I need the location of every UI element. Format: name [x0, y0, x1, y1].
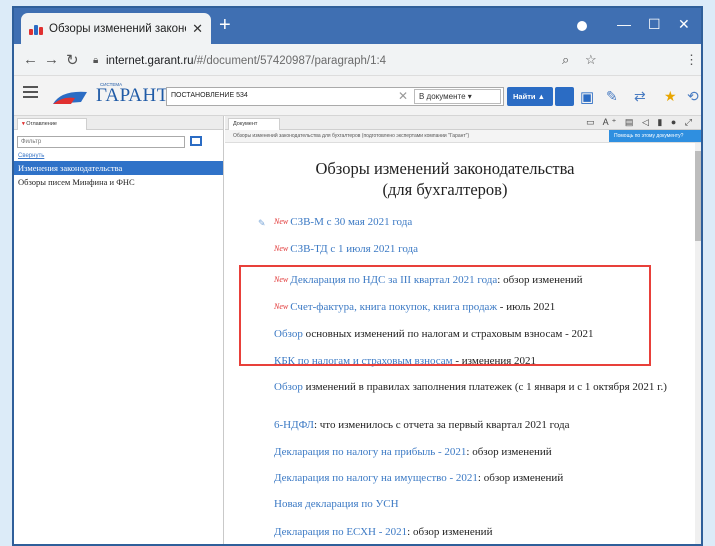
entry-link[interactable]: СЗВ-ТД с 1 июля 2021 года — [290, 243, 418, 255]
document-entry: Новая декларация по УСН — [274, 496, 674, 512]
new-tab-icon[interactable]: + — [219, 15, 231, 35]
document-entry: ✎ New СЗВ-М с 30 мая 2021 года — [258, 214, 674, 230]
menu-icon[interactable] — [23, 86, 38, 101]
font-size-icon[interactable]: A⁺ — [603, 117, 620, 127]
share-icon[interactable]: ◁ — [642, 117, 652, 127]
profile-icon[interactable] — [577, 21, 587, 31]
zoom-icon[interactable]: ⌕ — [562, 52, 569, 68]
new-badge: New — [274, 217, 289, 226]
document-tab-bar: Документ ▭ A⁺ ▤ ◁ ▮ ● ⤢ — [225, 116, 701, 130]
notifications-star-icon[interactable]: ★ — [664, 88, 677, 105]
filter-button[interactable] — [190, 136, 202, 146]
garant-toolbar: СИСТЕМА ГАРАНТ ПОСТАНОВЛЕНИЕ 534 ✕ В док… — [14, 76, 701, 116]
find-button[interactable]: Найти ▲ — [507, 87, 553, 106]
translate-icon[interactable]: ⇄ — [634, 88, 646, 105]
document-tools: ▭ A⁺ ▤ ◁ ▮ ● ⤢ — [586, 117, 695, 128]
minimize-icon[interactable]: — — [617, 16, 631, 32]
page-title-line2: (для бухгалтеров) — [382, 180, 508, 199]
browser-tab[interactable]: Обзоры изменений законодател ✕ — [21, 13, 211, 44]
contents-tab-bar: ▾ Оглавление — [14, 116, 223, 130]
page-title-line1: Обзоры изменений законодательства — [315, 159, 575, 178]
history-icon[interactable]: ⟲ — [687, 88, 699, 105]
scrollbar[interactable] — [695, 143, 701, 544]
search-options-button[interactable] — [555, 87, 574, 106]
entry-text: изменений в правилах заполнения платежек… — [302, 381, 667, 393]
document-entry: New СЗВ-ТД с 1 июля 2021 года — [274, 241, 674, 257]
clear-search-icon[interactable]: ✕ — [398, 89, 408, 103]
document-entry: Декларация по ЕСХН - 2021: обзор изменен… — [274, 524, 674, 540]
find-button-label: Найти — [513, 92, 536, 101]
info-icon[interactable]: ● — [671, 117, 679, 127]
tab-document[interactable]: Документ — [228, 118, 280, 130]
print-icon[interactable]: ▭ — [586, 117, 598, 127]
breadcrumb-text: Обзоры изменений законодательства для бу… — [233, 133, 470, 139]
close-window-icon[interactable]: ✕ — [678, 16, 690, 33]
entry-link[interactable]: Декларация по ЕСХН - 2021 — [274, 526, 407, 538]
document-entry: Декларация по налогу на прибыль - 2021: … — [274, 444, 674, 460]
highlight-box — [239, 265, 651, 366]
entry-link[interactable]: Обзор — [274, 381, 303, 393]
tab-strip: Обзоры изменений законодател ✕ + — ☐ ✕ — [14, 8, 701, 44]
search-scope-select[interactable]: В документе ▾ — [414, 89, 501, 104]
page-title: Обзоры изменений законодательства (для б… — [225, 158, 665, 200]
maximize-icon[interactable]: ☐ — [648, 16, 661, 33]
browser-menu-icon[interactable]: ⋮ — [685, 52, 698, 68]
tab-title: Обзоры изменений законодател — [49, 22, 186, 35]
forward-icon[interactable]: → — [44, 51, 59, 68]
document-entry: Декларация по налогу на имущество - 2021… — [274, 470, 674, 486]
bookmark-icon[interactable]: ▮ — [657, 117, 665, 127]
search-value: ПОСТАНОВЛЕНИЕ 534 — [171, 92, 248, 99]
filter-input[interactable]: Фильтр — [17, 136, 185, 148]
current-position-icon: ✎ — [258, 218, 266, 228]
address-bar: ← → ↻ 🔒︎ internet.garant.ru/#/document/5… — [14, 44, 701, 76]
tab-contents[interactable]: ▾ Оглавление — [17, 118, 87, 130]
entry-text: : что изменилось с отчета за первый квар… — [313, 419, 570, 431]
collapse-link[interactable]: Свернуть — [18, 153, 219, 159]
search-scope-label: В документе — [419, 92, 466, 101]
search-input[interactable]: ПОСТАНОВЛЕНИЕ 534 ✕ В документе ▾ — [166, 87, 504, 106]
help-button[interactable]: Помощь по этому документу? — [609, 130, 701, 142]
document-entry: 6-НДФЛ: что изменилось с отчета за первы… — [274, 417, 674, 433]
expand-icon[interactable]: ⤢ — [685, 117, 695, 127]
tab-contents-label: Оглавление — [26, 121, 57, 127]
save-icon[interactable]: ▤ — [625, 117, 637, 127]
entry-link[interactable]: 6-НДФЛ — [274, 419, 314, 431]
contents-item-letters[interactable]: Обзоры писем Минфина и ФНС — [14, 175, 223, 189]
breadcrumb: Обзоры изменений законодательства для бу… — [225, 130, 701, 143]
scrollbar-thumb[interactable] — [695, 151, 701, 241]
new-badge: New — [274, 244, 289, 253]
entry-link[interactable]: Декларация по налогу на имущество - 2021 — [274, 472, 478, 484]
bookmarks-icon[interactable]: ▣ — [580, 88, 594, 106]
close-tab-icon[interactable]: ✕ — [192, 21, 203, 37]
contents-panel: ▾ Оглавление Фильтр Свернуть Изменения з… — [14, 116, 224, 544]
logo-text: ГАРАНТ — [96, 85, 169, 106]
entry-link[interactable]: СЗВ-М с 30 мая 2021 года — [290, 216, 412, 228]
contents-item-changes[interactable]: Изменения законодательства — [14, 161, 223, 175]
reload-icon[interactable]: ↻ — [66, 51, 79, 69]
garant-logo-icon — [53, 91, 87, 104]
garant-favicon-icon — [29, 23, 43, 35]
entry-link[interactable]: Новая декларация по УСН — [274, 498, 399, 510]
lock-icon[interactable]: 🔒︎ — [93, 55, 98, 66]
entry-text: : обзор изменений — [407, 526, 493, 538]
url-field[interactable]: internet.garant.ru/#/document/57420987/p… — [106, 55, 386, 67]
back-icon[interactable]: ← — [23, 51, 38, 68]
entry-link[interactable]: Декларация по налогу на прибыль - 2021 — [274, 446, 466, 458]
document-entry: Обзор изменений в правилах заполнения пл… — [274, 379, 674, 395]
entry-text: : обзор изменений — [477, 472, 564, 484]
entry-text: : обзор изменений — [466, 446, 552, 458]
bookmark-star-icon[interactable]: ☆ — [585, 52, 597, 68]
edit-icon[interactable]: ✎ — [606, 88, 618, 105]
